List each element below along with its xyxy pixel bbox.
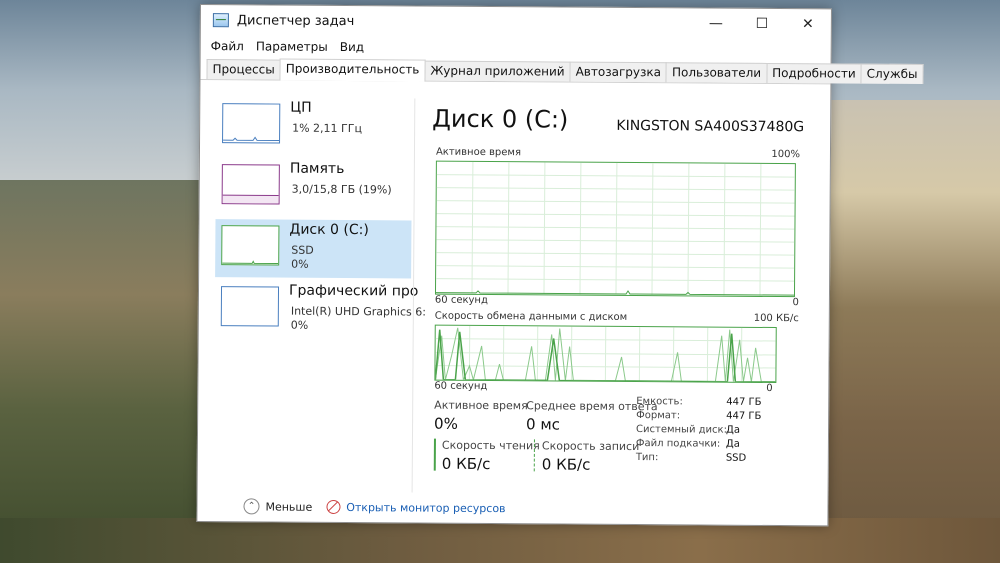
desktop-cliff-bottom — [0, 518, 1000, 563]
active-time-stat-label: Активное время — [434, 398, 528, 413]
desktop-landscape-left — [0, 180, 215, 563]
disk-detail-panel: Диск 0 (C:) KINGSTON SA400S37480G Активн… — [432, 99, 804, 474]
sidebar-item-label: Графический про — [288, 282, 419, 300]
disk-model: KINGSTON SA400S37480G — [616, 117, 805, 136]
write-speed-bar — [533, 439, 537, 472]
window-title: Диспетчер задач — [236, 12, 355, 29]
sidebar-item-detail: Intel(R) UHD Graphics 6: — [290, 304, 427, 319]
transfer-rate-graph-min: 0 — [766, 382, 773, 395]
memory-mini-chart — [222, 194, 279, 204]
read-speed-stat-label: Скорость чтения — [441, 438, 540, 453]
sidebar-item-label: Память — [289, 160, 345, 178]
cpu-thumbnail-graph — [222, 103, 281, 144]
read-speed-stat-value: 0 КБ/с — [441, 454, 491, 474]
active-time-chart — [435, 161, 795, 296]
tab-processes[interactable]: Процессы — [206, 59, 281, 80]
footer-bar: ⌃ Меньше Открыть монитор ресурсов — [197, 491, 827, 525]
write-speed-stat-value: 0 КБ/с — [541, 455, 591, 474]
tab-users[interactable]: Пользователи — [665, 62, 768, 83]
close-icon[interactable]: ✕ — [785, 9, 831, 39]
capacity-value: 447 ГБ — [726, 396, 762, 408]
active-time-graph — [434, 160, 796, 298]
transfer-rate-chart — [434, 325, 776, 383]
menu-view[interactable]: Вид — [340, 40, 364, 54]
performance-content: ЦП 1% 2,11 ГГц Память 3,0/15,8 ГБ (19%) — [198, 81, 831, 495]
sidebar-item-label: Диск 0 (C:) — [289, 221, 369, 239]
transfer-rate-graph-xlabel: 60 секунд — [434, 380, 488, 393]
sidebar-item-gpu[interactable]: Графический про Intel(R) UHD Graphics 6:… — [215, 280, 426, 339]
fewer-details-button[interactable]: Меньше — [265, 500, 312, 513]
open-resource-monitor-link[interactable]: Открыть монитор ресурсов — [346, 501, 505, 515]
sidebar-item-memory[interactable]: Память 3,0/15,8 ГБ (19%) — [216, 158, 412, 217]
desktop-town-right — [812, 100, 1000, 563]
resource-monitor-icon — [326, 499, 341, 514]
transfer-rate-graph-label: Скорость обмена данными с диском — [434, 310, 628, 323]
active-time-graph-max: 100% — [771, 148, 801, 161]
sidebar-item-detail: 1% 2,11 ГГц — [292, 121, 363, 136]
avg-response-stat-value: 0 мс — [526, 415, 561, 434]
system-disk-value: Да — [725, 424, 741, 436]
maximize-icon[interactable]: ☐ — [739, 9, 785, 39]
active-time-stat-value: 0% — [434, 414, 458, 433]
task-manager-icon — [212, 13, 229, 28]
read-speed-bar — [433, 438, 436, 471]
window-controls: — ☐ ✕ — [693, 8, 831, 39]
format-key: Формат: — [636, 410, 681, 422]
title-bar[interactable]: Диспетчер задач — ☐ ✕ — [201, 5, 831, 39]
tab-performance[interactable]: Производительность — [279, 58, 426, 82]
tab-services[interactable]: Службы — [860, 63, 924, 85]
page-file-key: Файл подкачки: — [635, 438, 721, 450]
menu-options[interactable]: Параметры — [256, 39, 328, 54]
active-time-graph-min: 0 — [792, 297, 799, 309]
type-key: Тип: — [635, 452, 659, 464]
disk-thumbnail-graph — [221, 225, 280, 266]
active-time-graph-xlabel: 60 секунд — [434, 294, 488, 307]
sidebar-item-disk[interactable]: Диск 0 (C:) SSD 0% — [215, 219, 412, 279]
disk-mini-chart — [222, 260, 279, 265]
sidebar-item-detail: 3,0/15,8 ГБ (19%) — [291, 182, 392, 197]
gpu-thumbnail-graph — [220, 286, 280, 327]
system-disk-key: Системный диск: — [636, 424, 728, 436]
sidebar-item-usage: 0% — [290, 318, 309, 332]
active-time-graph-label: Активное время — [435, 146, 522, 159]
cpu-mini-chart — [223, 136, 280, 142]
memory-thumbnail-graph — [221, 164, 280, 205]
disk-title: Диск 0 (C:) — [432, 104, 569, 134]
menu-file[interactable]: Файл — [211, 39, 244, 53]
sidebar-item-cpu[interactable]: ЦП 1% 2,11 ГГц — [216, 97, 412, 156]
sidebar-item-usage: 0% — [291, 257, 309, 271]
minimize-icon[interactable]: — — [693, 8, 739, 38]
tab-details[interactable]: Подробности — [766, 62, 862, 84]
chevron-up-icon[interactable]: ⌃ — [243, 498, 260, 515]
transfer-rate-graph — [434, 324, 777, 384]
performance-sidebar: ЦП 1% 2,11 ГГц Память 3,0/15,8 ГБ (19%) — [215, 97, 426, 342]
page-file-value: Да — [725, 438, 740, 450]
tab-bar: Процессы Производительность Журнал прило… — [200, 57, 924, 85]
sidebar-item-label: ЦП — [290, 99, 312, 116]
tab-app-history[interactable]: Журнал приложений — [424, 60, 571, 82]
format-value: 447 ГБ — [726, 410, 762, 422]
write-speed-stat-label: Скорость записи — [541, 439, 640, 454]
tab-startup[interactable]: Автозагрузка — [569, 61, 668, 83]
task-manager-window: Диспетчер задач — ☐ ✕ Файл Параметры Вид… — [196, 4, 924, 527]
capacity-key: Емкость: — [636, 396, 683, 408]
type-value: SSD — [725, 452, 747, 464]
transfer-rate-graph-max: 100 КБ/с — [753, 312, 799, 325]
sidebar-item-detail: SSD — [291, 243, 314, 257]
